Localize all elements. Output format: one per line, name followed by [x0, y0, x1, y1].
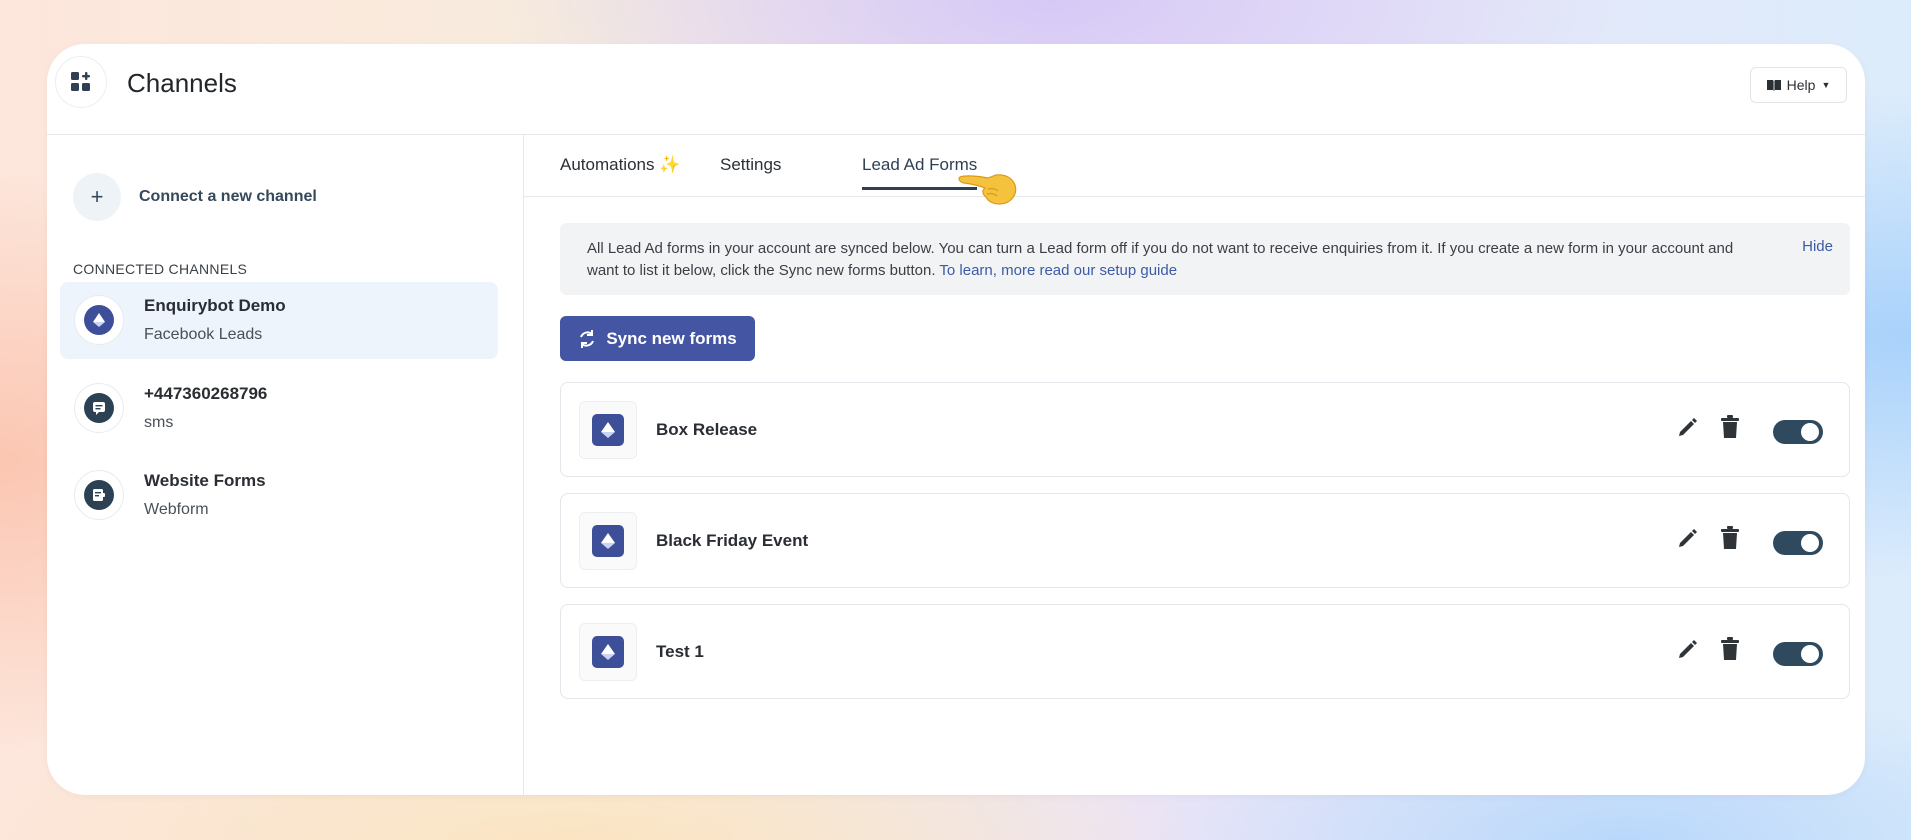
sync-new-forms-button[interactable]: Sync new forms — [560, 316, 755, 361]
hide-notice-button[interactable]: Hide — [1802, 238, 1833, 255]
caret-down-icon: ▼ — [1821, 80, 1831, 90]
book-icon — [1766, 80, 1781, 91]
trash-icon[interactable] — [1719, 415, 1741, 439]
channel-item-enquirybot-demo[interactable]: Enquirybot Demo Facebook Leads — [60, 282, 498, 359]
connected-channels-heading: CONNECTED CHANNELS — [73, 261, 248, 277]
channel-name: Website Forms — [144, 471, 266, 490]
channel-item-website-forms[interactable]: Website Forms Webform — [60, 457, 498, 534]
webform-icon — [74, 470, 124, 520]
info-notice: All Lead Ad forms in your account are sy… — [560, 223, 1850, 295]
apps-grid-icon[interactable] — [55, 56, 107, 108]
form-name: Test 1 — [656, 642, 704, 661]
notice-text: All Lead Ad forms in your account are sy… — [587, 238, 1767, 282]
top-bar: Channels Help ▼ — [47, 44, 1865, 135]
channel-type: Webform — [144, 501, 209, 518]
edit-icon[interactable] — [1677, 527, 1699, 549]
tab-bar: Automations ✨ Settings Lead Ad Forms — [524, 135, 1865, 205]
lead-form-icon — [579, 512, 637, 570]
form-enabled-toggle[interactable] — [1773, 642, 1823, 666]
channel-type: sms — [144, 414, 174, 431]
tab-settings[interactable]: Settings — [720, 155, 781, 190]
trash-icon[interactable] — [1719, 637, 1741, 661]
setup-guide-link[interactable]: To learn, more read our setup guide — [939, 262, 1177, 279]
help-label: Help — [1786, 77, 1816, 93]
main-panel: Automations ✨ Settings Lead Ad Forms All… — [524, 135, 1865, 795]
sidebar: + Connect a new channel CONNECTED CHANNE… — [47, 135, 524, 795]
trash-icon[interactable] — [1719, 526, 1741, 550]
form-row-box-release: Box Release — [560, 382, 1850, 477]
sms-icon — [74, 383, 124, 433]
form-name: Black Friday Event — [656, 531, 809, 550]
sync-label: Sync new forms — [606, 328, 737, 348]
form-row-black-friday-event: Black Friday Event — [560, 493, 1850, 588]
sync-icon — [580, 329, 595, 348]
form-name: Box Release — [656, 420, 758, 439]
connect-channel-button[interactable]: + Connect a new channel — [73, 173, 317, 221]
help-button[interactable]: Help ▼ — [1750, 67, 1847, 103]
channel-name: +447360268796 — [144, 384, 268, 403]
plus-icon: + — [73, 173, 121, 221]
channel-item-sms[interactable]: +447360268796 sms — [60, 370, 498, 447]
tab-automations[interactable]: Automations ✨ — [560, 155, 680, 190]
app-window: Channels Help ▼ + Connect a new channel … — [47, 44, 1865, 795]
pointing-hand-icon — [958, 174, 1017, 205]
lead-form-icon — [579, 401, 637, 459]
facebook-leads-icon — [74, 295, 124, 345]
connect-channel-label: Connect a new channel — [139, 188, 317, 205]
edit-icon[interactable] — [1677, 416, 1699, 438]
form-enabled-toggle[interactable] — [1773, 531, 1823, 555]
form-enabled-toggle[interactable] — [1773, 420, 1823, 444]
page-title: Channels — [127, 68, 237, 98]
form-row-test-1: Test 1 — [560, 604, 1850, 699]
lead-form-icon — [579, 623, 637, 681]
channel-type: Facebook Leads — [144, 326, 263, 343]
channel-name: Enquirybot Demo — [144, 296, 286, 315]
edit-icon[interactable] — [1677, 638, 1699, 660]
